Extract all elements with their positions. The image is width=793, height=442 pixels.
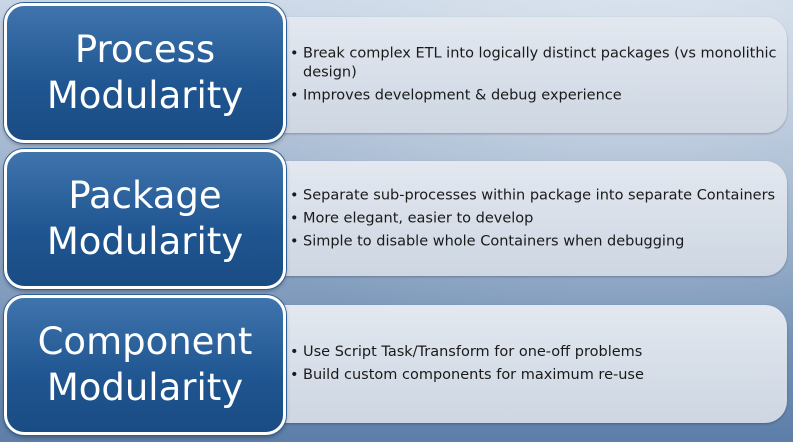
bullet-item: More elegant, easier to develop [290,209,777,228]
bullet-item: Improves development & debug experience [290,87,777,106]
title-line: Package [68,174,222,217]
bullet-list: Separate sub-processes within package in… [290,186,777,251]
bullet-list: Use Script Task/Transform for one-off pr… [290,343,777,385]
title-box: Process Modularity [4,3,286,143]
title-line: Component [37,320,253,363]
bullet-item: Break complex ETL into logically distinc… [290,45,777,83]
detail-panel: Break complex ETL into logically distinc… [250,17,787,133]
bullet-item: Build custom components for maximum re-u… [290,366,777,385]
title-line: Process [74,28,216,71]
bullet-list: Break complex ETL into logically distinc… [290,45,777,106]
detail-panel: Use Script Task/Transform for one-off pr… [250,305,787,423]
title-box: Package Modularity [4,149,286,289]
row-package-modularity: Separate sub-processes within package in… [0,149,793,289]
detail-panel: Separate sub-processes within package in… [250,161,787,276]
title-line: Modularity [46,366,244,409]
bullet-item: Use Script Task/Transform for one-off pr… [290,343,777,362]
title-line: Modularity [46,74,244,117]
row-process-modularity: Break complex ETL into logically distinc… [0,3,793,143]
bullet-item: Simple to disable whole Containers when … [290,232,777,251]
bullet-item: Separate sub-processes within package in… [290,186,777,205]
title-line: Modularity [46,220,244,263]
title-box: Component Modularity [4,295,286,435]
row-component-modularity: Use Script Task/Transform for one-off pr… [0,295,793,435]
